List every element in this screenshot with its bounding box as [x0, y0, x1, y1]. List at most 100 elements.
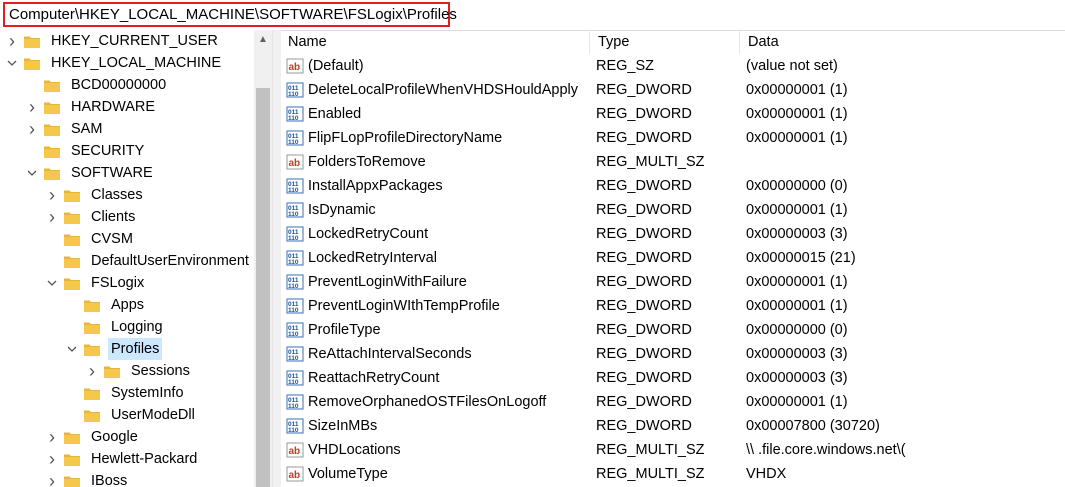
value-name-cell[interactable]: 011 110 Enabled [286, 102, 590, 126]
value-name-cell[interactable]: 011 110 ProfileType [286, 318, 590, 342]
table-row[interactable]: 011 110 ProfileType REG_DWORD 0x00000000 (0) [280, 318, 1065, 342]
table-row[interactable]: ab VHDLocations REG_MULTI_SZ \\ .file.core.… [280, 438, 1065, 462]
tree-item[interactable]: BCD00000000 [26, 74, 169, 96]
table-row[interactable]: 011 110 ReAttachIntervalSeconds REG_DWORD 0x… [280, 342, 1065, 366]
tree-item-label: FSLogix [91, 275, 145, 291]
expander-placeholder [46, 250, 58, 272]
value-name-cell[interactable]: 011 110 ReattachRetryCount [286, 366, 590, 390]
chevron-right-icon[interactable]: › [6, 30, 18, 52]
chevron-right-icon[interactable]: › [46, 184, 58, 206]
value-name-cell[interactable]: 011 110 IsDynamic [286, 198, 590, 222]
svg-text:110: 110 [288, 331, 299, 338]
chevron-right-icon[interactable]: › [26, 96, 38, 118]
table-row[interactable]: 011 110 ReattachRetryCount REG_DWORD 0x00000… [280, 366, 1065, 390]
value-name-cell[interactable]: 011 110 PreventLoginWithFailure [286, 270, 590, 294]
tree-item[interactable]: › Clients [46, 206, 138, 228]
table-row[interactable]: 011 110 DeleteLocalProfileWhenVHDSHouldApp… [280, 78, 1065, 102]
address-bar[interactable]: Computer\HKEY_LOCAL_MACHINE\SOFTWARE\FSL… [0, 0, 1065, 31]
tree-item[interactable]: › IBoss [46, 470, 130, 487]
tree-item[interactable]: SECURITY [26, 140, 147, 162]
tree-item[interactable]: › Google [46, 426, 141, 448]
tree-item[interactable]: CVSM [46, 228, 136, 250]
value-name-cell[interactable]: 011 110 LockedRetryCount [286, 222, 590, 246]
folder-icon [44, 101, 60, 114]
value-name-cell[interactable]: 011 110 LockedRetryInterval [286, 246, 590, 270]
value-name-cell[interactable]: 011 110 RemoveOrphanedOSTFilesOnLogoff [286, 390, 590, 414]
tree-item[interactable]: SystemInfo [66, 382, 187, 404]
value-name-cell[interactable]: ab (Default) [286, 54, 590, 78]
value-name-cell[interactable]: 011 110 InstallAppxPackages [286, 174, 590, 198]
table-row[interactable]: 011 110 LockedRetryInterval REG_DWORD 0x0000… [280, 246, 1065, 270]
value-data: VHDX [746, 466, 787, 482]
table-row[interactable]: 011 110 SizeInMBs REG_DWORD 0x00007800 (3072… [280, 414, 1065, 438]
chevron-down-icon[interactable] [26, 162, 38, 184]
folder-icon [44, 123, 60, 136]
column-header-data[interactable]: Data [740, 30, 1065, 54]
table-row[interactable]: ab (Default) REG_SZ (value not set) [280, 54, 1065, 78]
binary-value-icon: 011 110 [286, 81, 304, 99]
binary-value-icon: 011 110 [286, 177, 304, 195]
table-row[interactable]: 011 110 Enabled REG_DWORD 0x00000001 (1) [280, 102, 1065, 126]
tree-item[interactable]: › Hewlett-Packard [46, 448, 200, 470]
tree-item[interactable]: Profiles [66, 338, 163, 360]
expander-placeholder [26, 140, 38, 162]
folder-icon [64, 453, 80, 466]
address-path[interactable]: Computer\HKEY_LOCAL_MACHINE\SOFTWARE\FSL… [9, 6, 457, 23]
chevron-down-icon[interactable] [46, 272, 58, 294]
tree-item[interactable]: UserModeDll [66, 404, 198, 426]
values-list[interactable]: Name Type Data ab (Default) REG_SZ (value n… [280, 30, 1065, 487]
tree-item[interactable]: › HARDWARE [26, 96, 158, 118]
table-row[interactable]: 011 110 FlipFLopProfileDirectoryName REG_DW… [280, 126, 1065, 150]
tree-item[interactable]: › Sessions [86, 360, 193, 382]
tree-item[interactable]: HKEY_LOCAL_MACHINE [6, 52, 224, 74]
value-name-cell[interactable]: 011 110 ReAttachIntervalSeconds [286, 342, 590, 366]
svg-text:110: 110 [288, 379, 299, 386]
tree-item[interactable]: FSLogix [46, 272, 147, 294]
value-name-cell[interactable]: ab VHDLocations [286, 438, 590, 462]
value-name-cell[interactable]: 011 110 SizeInMBs [286, 414, 590, 438]
chevron-right-icon[interactable]: › [46, 470, 58, 487]
tree-item[interactable]: › Classes [46, 184, 146, 206]
column-header-type[interactable]: Type [590, 30, 740, 54]
scroll-up-arrow-icon[interactable]: ▲ [254, 30, 272, 48]
chevron-right-icon[interactable]: › [46, 426, 58, 448]
table-row[interactable]: 011 110 PreventLoginWithFailure REG_DWORD 0x… [280, 270, 1065, 294]
chevron-right-icon[interactable]: › [26, 118, 38, 140]
value-name-cell[interactable]: 011 110 DeleteLocalProfileWhenVHDSHouldApp… [286, 78, 590, 102]
table-row[interactable]: ab VolumeType REG_MULTI_SZ VHDX [280, 462, 1065, 486]
chevron-down-icon[interactable] [6, 52, 18, 74]
table-row[interactable]: 011 110 PreventLoginWIthTempProfile REG_DWO… [280, 294, 1065, 318]
tree-item[interactable]: › SAM [26, 118, 105, 140]
tree-item[interactable]: SOFTWARE [26, 162, 156, 184]
table-row[interactable]: 011 110 IsDynamic REG_DWORD 0x00000001 (1) [280, 198, 1065, 222]
table-row[interactable]: 011 110 RemoveOrphanedOSTFilesOnLogoff REG_… [280, 390, 1065, 414]
table-row[interactable]: ab FoldersToRemove REG_MULTI_SZ [280, 150, 1065, 174]
tree-item-label: Classes [91, 187, 143, 203]
value-name: FoldersToRemove [308, 154, 426, 170]
chevron-down-icon[interactable] [66, 338, 78, 360]
table-row[interactable]: 011 110 InstallAppxPackages REG_DWORD 0x0000… [280, 174, 1065, 198]
binary-value-icon: 011 110 [286, 273, 304, 291]
tree-item[interactable]: Apps [66, 294, 147, 316]
registry-tree[interactable]: › HKEY_CURRENT_USER HKEY_LOCAL_MACHINE BCD0… [0, 30, 272, 487]
tree-item[interactable]: › HKEY_CURRENT_USER [6, 30, 221, 52]
folder-icon [64, 255, 80, 268]
tree-item[interactable]: Logging [66, 316, 166, 338]
value-type: REG_MULTI_SZ [596, 466, 705, 482]
value-name-cell[interactable]: 011 110 FlipFLopProfileDirectoryName [286, 126, 590, 150]
value-name-cell[interactable]: 011 110 PreventLoginWIthTempProfile [286, 294, 590, 318]
folder-icon [64, 211, 80, 224]
value-name: RemoveOrphanedOSTFilesOnLogoff [308, 394, 547, 410]
tree-item-label: UserModeDll [111, 407, 195, 423]
chevron-right-icon[interactable]: › [46, 206, 58, 228]
scrollbar-thumb[interactable] [256, 88, 270, 487]
value-type: REG_DWORD [596, 226, 692, 242]
value-name-cell[interactable]: ab VolumeType [286, 462, 590, 486]
value-name-cell[interactable]: ab FoldersToRemove [286, 150, 590, 174]
table-row[interactable]: 011 110 LockedRetryCount REG_DWORD 0x0000000… [280, 222, 1065, 246]
tree-item[interactable]: DefaultUserEnvironment [46, 250, 252, 272]
tree-scrollbar[interactable]: ▲ [254, 30, 272, 487]
chevron-right-icon[interactable]: › [46, 448, 58, 470]
column-header-name[interactable]: Name [280, 30, 590, 54]
chevron-right-icon[interactable]: › [86, 360, 98, 382]
